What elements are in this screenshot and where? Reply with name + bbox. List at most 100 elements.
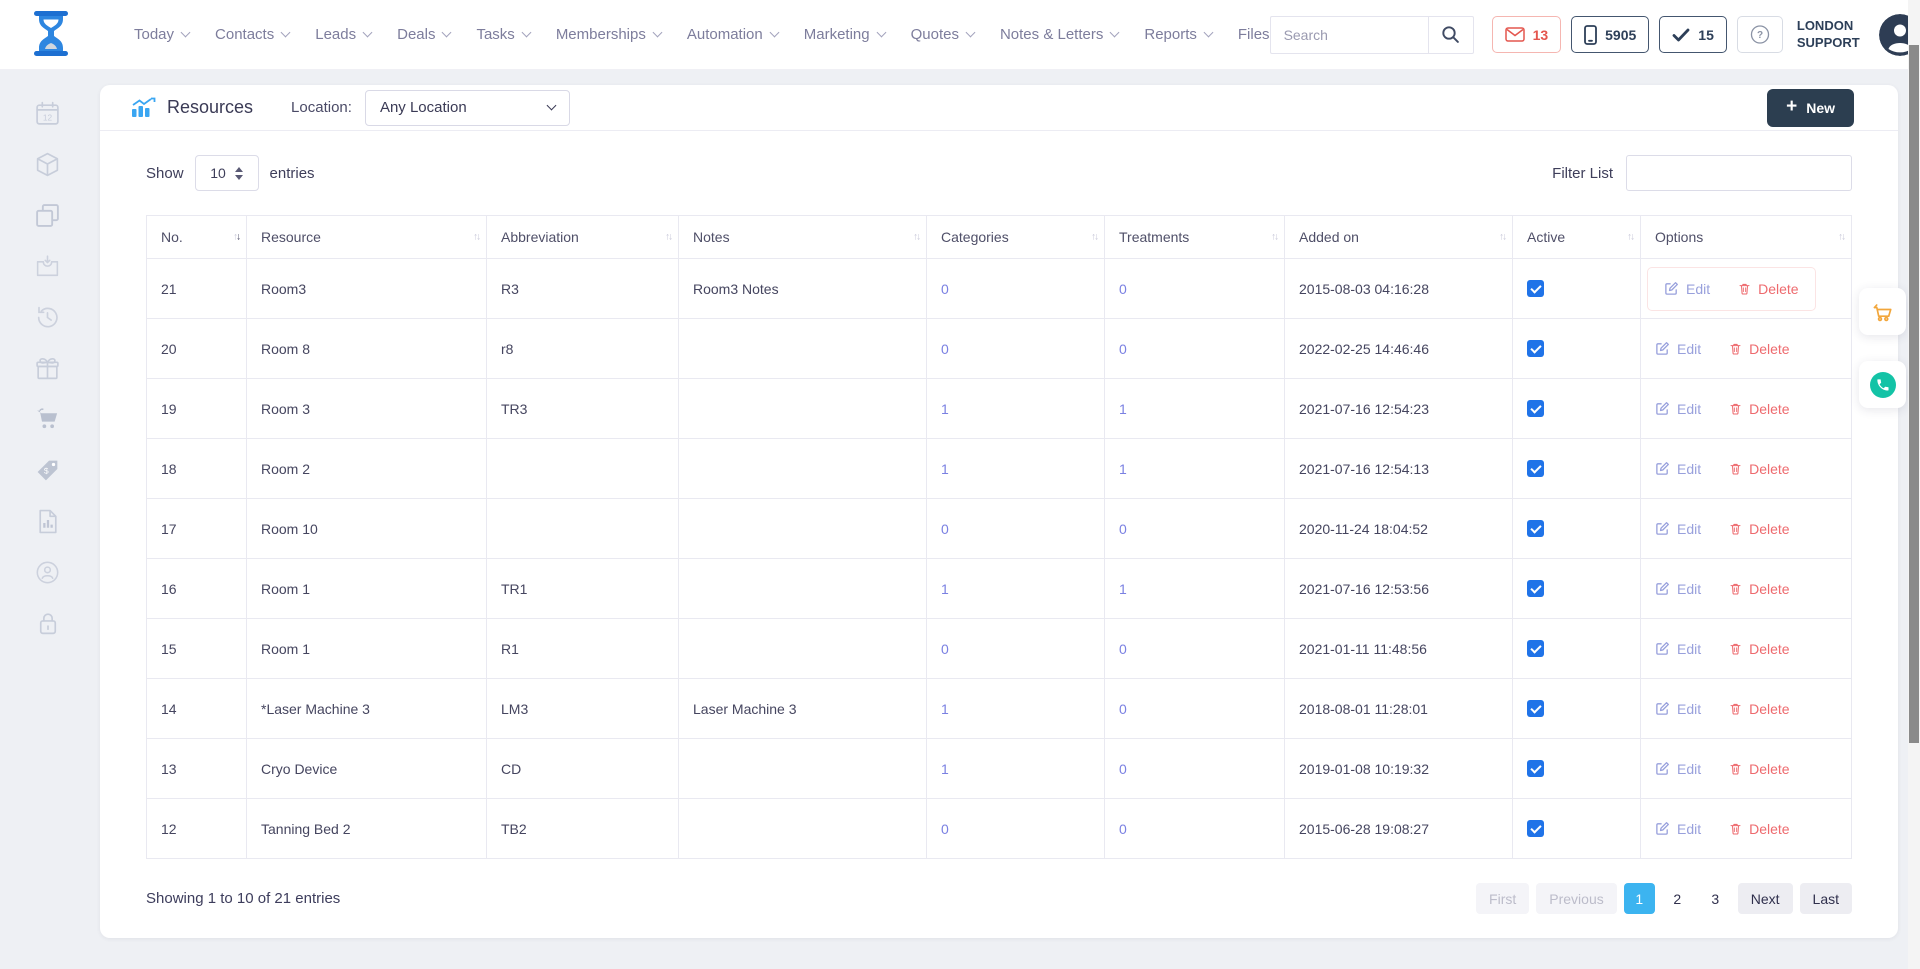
column-header-notes[interactable]: Notes ↑↓ [679, 216, 927, 259]
page-button-1[interactable]: 1 [1624, 883, 1655, 914]
nav-item-tasks[interactable]: Tasks [476, 26, 529, 43]
edit-button[interactable]: Edit [1655, 401, 1701, 417]
new-button[interactable]: + New [1767, 89, 1854, 127]
active-checkbox[interactable] [1527, 520, 1544, 537]
calendar-icon[interactable]: 12 [34, 100, 61, 127]
nav-item-quotes[interactable]: Quotes [911, 26, 974, 43]
active-checkbox[interactable] [1527, 760, 1544, 777]
column-header-options[interactable]: Options ↑↓ [1641, 216, 1852, 259]
phone-badge[interactable]: 5905 [1571, 16, 1649, 53]
help-badge[interactable]: ? [1737, 16, 1783, 53]
column-header-treatments[interactable]: Treatments ↑↓ [1105, 216, 1285, 259]
edit-button[interactable]: Edit [1655, 641, 1701, 657]
column-header-added-on[interactable]: Added on ↑↓ [1285, 216, 1513, 259]
check-badge[interactable]: 15 [1659, 16, 1727, 53]
nav-item-automation[interactable]: Automation [687, 26, 778, 43]
page-length-select[interactable]: 10 [195, 155, 259, 191]
delete-button[interactable]: Delete [1729, 341, 1789, 357]
copy-icon[interactable] [34, 202, 61, 229]
delete-button[interactable]: Delete [1729, 401, 1789, 417]
nav-item-today[interactable]: Today [134, 26, 189, 43]
edit-button[interactable]: Edit [1655, 701, 1701, 717]
search-button[interactable] [1428, 16, 1474, 54]
categories-link[interactable]: 1 [941, 401, 949, 417]
nav-item-memberships[interactable]: Memberships [556, 26, 661, 43]
edit-button[interactable]: Edit [1655, 761, 1701, 777]
report-icon[interactable] [35, 508, 61, 535]
column-header-categories[interactable]: Categories ↑↓ [927, 216, 1105, 259]
search-input[interactable] [1270, 16, 1428, 54]
edit-button[interactable]: Edit [1655, 581, 1701, 597]
account-icon[interactable] [34, 559, 61, 586]
treatments-link[interactable]: 1 [1119, 401, 1127, 417]
treatments-link[interactable]: 0 [1119, 281, 1127, 297]
active-checkbox[interactable] [1527, 340, 1544, 357]
cart-icon[interactable] [34, 406, 62, 433]
mail-badge[interactable]: 13 [1492, 16, 1562, 53]
categories-link[interactable]: 1 [941, 581, 949, 597]
active-checkbox[interactable] [1527, 700, 1544, 717]
treatments-link[interactable]: 1 [1119, 461, 1127, 477]
gift-icon[interactable] [34, 355, 61, 382]
column-header-no[interactable]: No. ↑↓ [147, 216, 247, 259]
active-checkbox[interactable] [1527, 400, 1544, 417]
scrollbar-thumb[interactable] [1909, 45, 1919, 743]
nav-item-reports[interactable]: Reports [1144, 26, 1212, 43]
nav-item-files[interactable]: Files [1238, 26, 1270, 43]
delete-button[interactable]: Delete [1729, 641, 1789, 657]
categories-link[interactable]: 0 [941, 641, 949, 657]
pagination-next[interactable]: Next [1738, 883, 1793, 914]
column-header-abbreviation[interactable]: Abbreviation ↑↓ [487, 216, 679, 259]
nav-item-deals[interactable]: Deals [397, 26, 450, 43]
delete-button[interactable]: Delete [1729, 521, 1789, 537]
cart-widget-button[interactable] [1859, 288, 1906, 335]
delete-button[interactable]: Delete [1729, 701, 1789, 717]
active-checkbox[interactable] [1527, 580, 1544, 597]
page-button-3[interactable]: 3 [1700, 883, 1731, 914]
categories-link[interactable]: 1 [941, 701, 949, 717]
app-logo[interactable] [30, 10, 72, 60]
edit-button[interactable]: Edit [1655, 821, 1701, 837]
nav-item-marketing[interactable]: Marketing [804, 26, 885, 43]
package-icon[interactable] [34, 151, 61, 178]
phone-widget-button[interactable] [1859, 361, 1906, 408]
edit-button[interactable]: Edit [1655, 461, 1701, 477]
pagination-first[interactable]: First [1476, 883, 1529, 914]
pagination-last[interactable]: Last [1800, 883, 1852, 914]
treatments-link[interactable]: 0 [1119, 341, 1127, 357]
active-checkbox[interactable] [1527, 820, 1544, 837]
treatments-link[interactable]: 0 [1119, 821, 1127, 837]
categories-link[interactable]: 0 [941, 341, 949, 357]
location-select[interactable]: Any Location [365, 90, 570, 126]
page-button-2[interactable]: 2 [1662, 883, 1693, 914]
active-checkbox[interactable] [1527, 460, 1544, 477]
categories-link[interactable]: 0 [941, 821, 949, 837]
active-checkbox[interactable] [1527, 640, 1544, 657]
nav-item-notes-letters[interactable]: Notes & Letters [1000, 26, 1118, 43]
treatments-link[interactable]: 0 [1119, 761, 1127, 777]
nav-item-leads[interactable]: Leads [315, 26, 371, 43]
delete-button[interactable]: Delete [1738, 281, 1798, 297]
categories-link[interactable]: 0 [941, 521, 949, 537]
categories-link[interactable]: 0 [941, 281, 949, 297]
categories-link[interactable]: 1 [941, 761, 949, 777]
edit-button[interactable]: Edit [1664, 281, 1710, 297]
treatments-link[interactable]: 0 [1119, 701, 1127, 717]
treatments-link[interactable]: 1 [1119, 581, 1127, 597]
delete-button[interactable]: Delete [1729, 761, 1789, 777]
treatments-link[interactable]: 0 [1119, 521, 1127, 537]
nav-item-contacts[interactable]: Contacts [215, 26, 289, 43]
delete-button[interactable]: Delete [1729, 461, 1789, 477]
column-header-resource[interactable]: Resource ↑↓ [247, 216, 487, 259]
lock-icon[interactable] [35, 610, 61, 637]
edit-button[interactable]: Edit [1655, 521, 1701, 537]
pagination-previous[interactable]: Previous [1536, 883, 1616, 914]
history-icon[interactable] [34, 304, 61, 331]
categories-link[interactable]: 1 [941, 461, 949, 477]
price-tag-icon[interactable]: $ [34, 457, 62, 484]
active-checkbox[interactable] [1527, 280, 1544, 297]
column-header-active[interactable]: Active ↑↓ [1513, 216, 1641, 259]
filter-input[interactable] [1626, 155, 1852, 191]
edit-button[interactable]: Edit [1655, 341, 1701, 357]
delete-button[interactable]: Delete [1729, 581, 1789, 597]
